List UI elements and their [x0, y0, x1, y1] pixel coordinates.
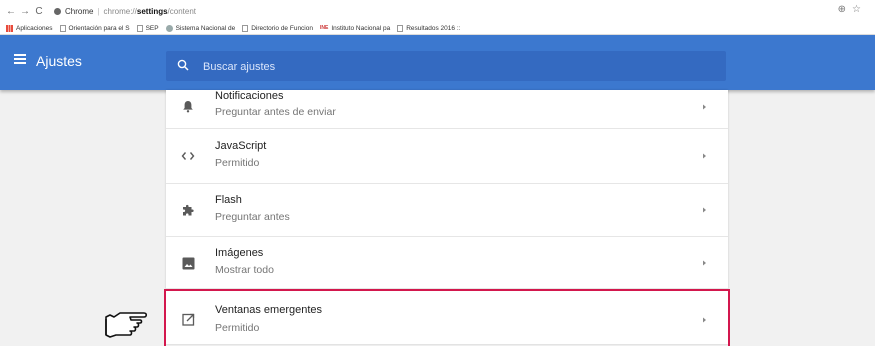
- setting-row-ventanas-emergentes[interactable]: Ventanas emergentes Permitido: [164, 289, 730, 346]
- bookmark-star-icon[interactable]: ☆: [852, 4, 867, 15]
- forward-button[interactable]: →: [18, 6, 32, 17]
- setting-subtitle: Preguntar antes de enviar: [215, 106, 336, 118]
- code-icon: [180, 148, 196, 164]
- reload-button[interactable]: C: [32, 6, 46, 17]
- bookmark-sep[interactable]: SEP: [136, 24, 159, 32]
- chevron-right-icon: [703, 104, 706, 110]
- search-input[interactable]: [201, 51, 705, 83]
- chevron-right-icon: [703, 207, 706, 213]
- apps-icon: [6, 24, 13, 32]
- setting-subtitle: Permitido: [215, 322, 260, 334]
- page-title: Ajustes: [36, 53, 82, 69]
- setting-title: JavaScript: [215, 140, 267, 152]
- bookmark-orientacion[interactable]: Orientación para el S: [59, 24, 130, 32]
- bookmark-label: Instituto Nacional pa: [331, 24, 391, 32]
- setting-title: Notificaciones: [215, 90, 284, 102]
- settings-header: Ajustes: [0, 35, 875, 90]
- ine-logo: INE: [319, 25, 329, 31]
- search-box[interactable]: [166, 51, 726, 83]
- setting-subtitle: Permitido: [215, 157, 260, 169]
- search-icon: [177, 59, 189, 71]
- zoom-icon[interactable]: ⊕: [838, 4, 852, 15]
- bookmark-instituto-nacional[interactable]: INE Instituto Nacional pa: [320, 25, 390, 32]
- page-icon: [397, 24, 404, 32]
- url-path: settings: [136, 6, 168, 16]
- bookmark-label: Directorio de Funcion: [251, 24, 313, 32]
- url-separator: |: [97, 6, 100, 16]
- content-settings-list: Notificaciones Preguntar antes de enviar…: [164, 90, 730, 346]
- setting-title: Ventanas emergentes: [215, 304, 323, 316]
- puzzle-icon: [180, 202, 196, 218]
- globe-icon: [165, 24, 173, 32]
- setting-subtitle: Preguntar antes: [215, 211, 290, 223]
- bookmarks-bar: Aplicaciones Orientación para el S SEP S…: [0, 22, 875, 35]
- image-icon: [180, 255, 196, 271]
- setting-title: Imágenes: [215, 247, 264, 259]
- chevron-right-icon: [703, 153, 706, 159]
- address-bar-actions: ⊕☆: [838, 4, 867, 15]
- setting-title: Flash: [215, 194, 242, 206]
- bell-icon: [180, 98, 196, 114]
- setting-subtitle: Mostrar todo: [215, 264, 274, 276]
- back-button[interactable]: ←: [4, 6, 18, 17]
- page-icon: [59, 24, 66, 32]
- bookmark-directorio[interactable]: Directorio de Funcion: [242, 24, 313, 32]
- setting-row-imagenes[interactable]: Imágenes Mostrar todo: [166, 237, 728, 289]
- bookmark-apps[interactable]: Aplicaciones: [0, 24, 53, 32]
- menu-icon[interactable]: [14, 54, 26, 64]
- page-icon: [242, 24, 249, 32]
- bookmark-label: Resultados 2016 ::: [406, 24, 461, 32]
- setting-row-notificaciones[interactable]: Notificaciones Preguntar antes de enviar: [166, 90, 728, 129]
- bookmark-label: Aplicaciones: [16, 24, 53, 32]
- url-host: chrome://: [103, 6, 137, 16]
- chrome-label: Chrome: [65, 6, 94, 16]
- chevron-right-icon: [703, 260, 706, 266]
- page-icon: [136, 24, 143, 32]
- bookmark-label: SEP: [145, 24, 159, 32]
- browser-address-bar: ← → C Chrome | chrome://settings/content…: [0, 0, 875, 23]
- bookmark-label: Orientación para el S: [68, 24, 130, 32]
- chevron-right-icon: [703, 317, 706, 323]
- bookmark-label: Sistema Nacional de: [175, 24, 236, 32]
- url-tail: /content: [167, 6, 197, 16]
- chrome-secure-icon: [54, 7, 61, 15]
- bookmark-resultados[interactable]: Resultados 2016 ::: [397, 24, 461, 32]
- setting-row-javascript[interactable]: JavaScript Permitido: [166, 129, 728, 184]
- url-field[interactable]: chrome://settings/content: [104, 7, 196, 16]
- popup-icon: [180, 311, 196, 327]
- setting-row-flash[interactable]: Flash Preguntar antes: [166, 184, 728, 237]
- pointing-hand-icon: [105, 312, 148, 338]
- bookmark-sistema-nacional[interactable]: Sistema Nacional de: [165, 24, 236, 32]
